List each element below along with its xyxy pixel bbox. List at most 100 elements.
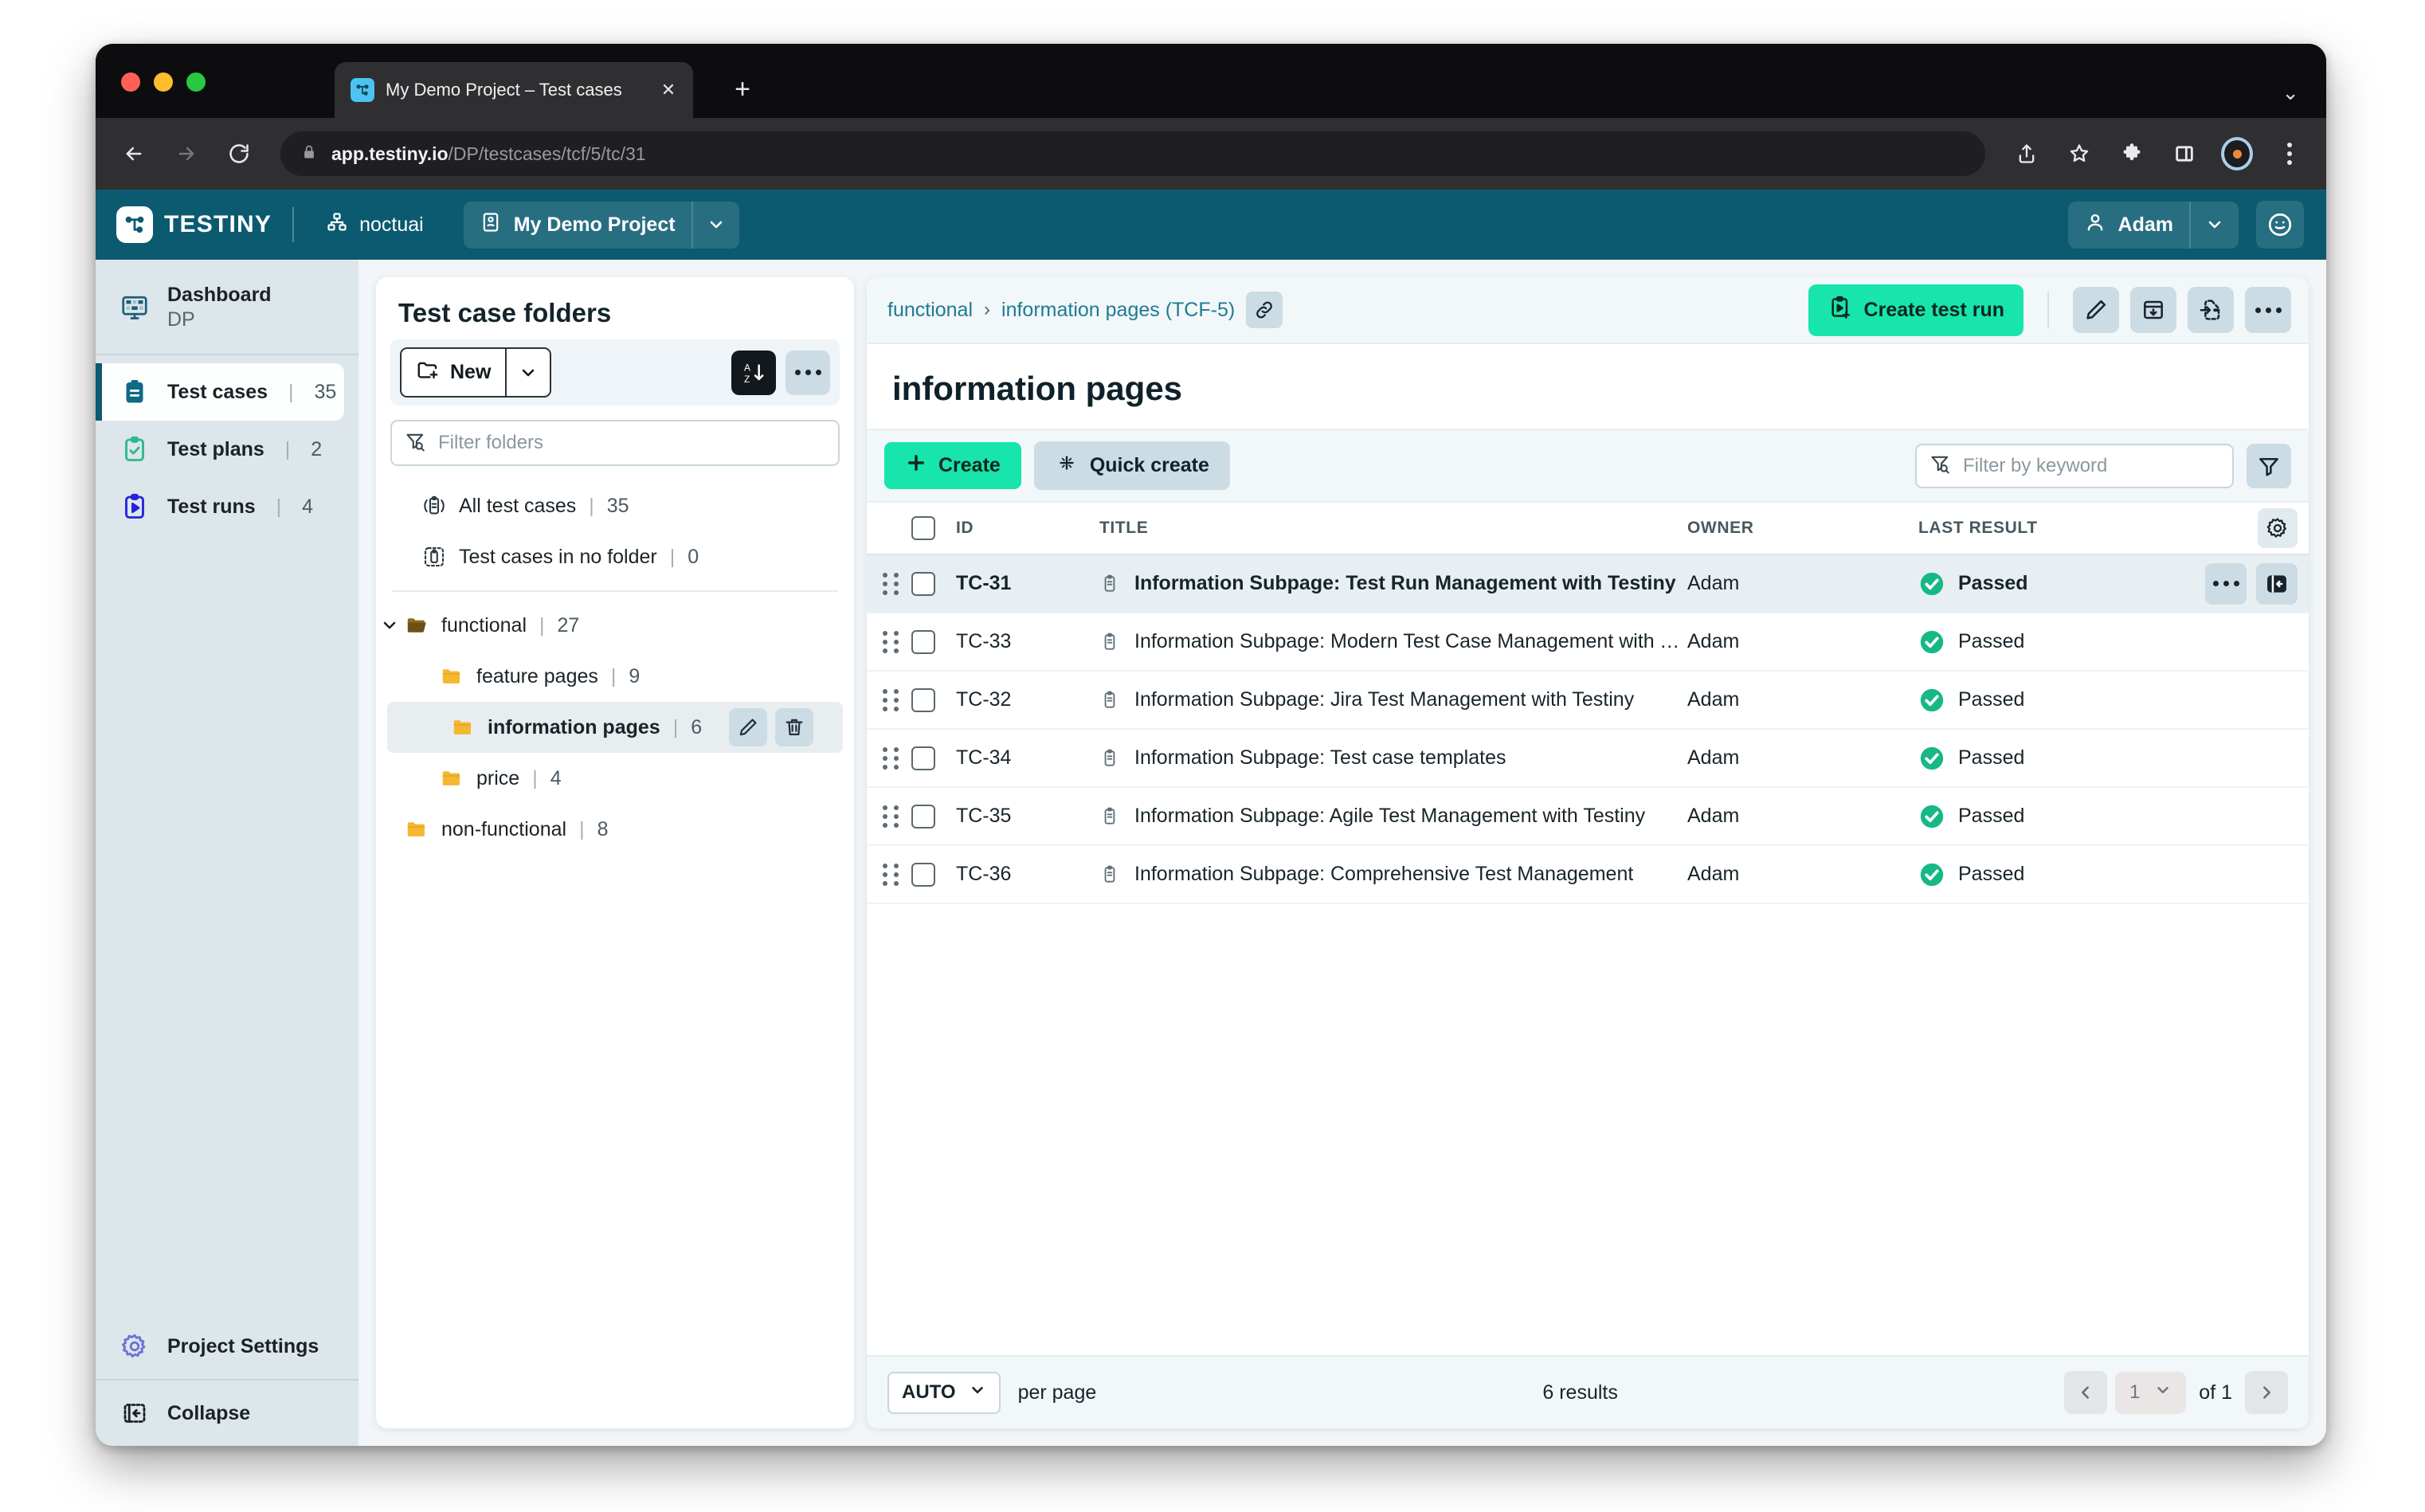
new-tab-button[interactable]: + [725, 72, 760, 107]
browser-tab[interactable]: My Demo Project – Test cases ✕ [335, 62, 693, 118]
open-details-panel-button[interactable] [2256, 563, 2298, 605]
side-panel-icon[interactable] [2168, 138, 2200, 170]
sort-az-button[interactable]: AZ [731, 351, 776, 395]
test-plans-checklist-icon [119, 434, 150, 464]
folder-item-no-folder[interactable]: Test cases in no folder | 0 [376, 531, 854, 582]
maximize-window-button[interactable] [186, 72, 206, 92]
folder-item-non-functional[interactable]: non-functional | 8 [376, 804, 854, 855]
close-window-button[interactable] [121, 72, 140, 92]
folder-item-functional[interactable]: functional | 27 [376, 600, 854, 651]
row-checkbox[interactable] [911, 863, 956, 887]
testiny-brand[interactable]: TESTINY [116, 206, 272, 243]
address-bar[interactable]: app.testiny.io/DP/testcases/tcf/5/tc/31 [280, 131, 1985, 176]
row-checkbox[interactable] [911, 572, 956, 596]
create-test-run-button[interactable]: Create test run [1808, 284, 2023, 336]
table-row[interactable]: TC-34 Information Subpage: Test case tem… [867, 730, 2309, 788]
folder-item-price[interactable]: price | 4 [376, 753, 854, 804]
column-header-owner[interactable]: OWNER [1687, 519, 1918, 538]
edit-button[interactable] [2073, 287, 2119, 333]
folder-item-feature-pages[interactable]: feature pages | 9 [376, 651, 854, 702]
url-path: /DP/testcases/tcf/5/tc/31 [449, 143, 646, 164]
bookmark-star-icon[interactable] [2063, 138, 2095, 170]
table-row[interactable]: TC-31 Information Subpage: Test Run Mana… [867, 555, 2309, 613]
previous-page-button[interactable] [2064, 1371, 2107, 1414]
keyword-filter-input[interactable]: Filter by keyword [1915, 444, 2234, 488]
row-title: Information Subpage: Test Run Management… [1134, 572, 1676, 595]
sidebar-item-project-settings[interactable]: Project Settings [96, 1314, 344, 1379]
user-menu[interactable]: Adam [2068, 202, 2239, 249]
breadcrumb-current[interactable]: information pages (TCF-5) [1001, 299, 1235, 322]
feedback-smiley-icon[interactable] [2256, 201, 2304, 249]
project-selector[interactable]: My Demo Project [464, 202, 739, 249]
move-import-button[interactable] [2188, 287, 2234, 333]
folder-item-all-test-cases[interactable]: All test cases | 35 [376, 480, 854, 531]
user-menu-main[interactable]: Adam [2068, 202, 2189, 249]
forward-icon[interactable] [169, 136, 204, 171]
close-tab-icon[interactable]: ✕ [658, 80, 679, 100]
next-page-button[interactable] [2245, 1371, 2288, 1414]
page-number-select[interactable]: 1 [2115, 1372, 2186, 1414]
window-expand-chevron-icon[interactable]: ⌄ [2282, 80, 2299, 105]
row-checkbox[interactable] [911, 630, 956, 654]
folder-label-information-pages: information pages [488, 716, 660, 739]
copy-link-icon[interactable] [1246, 292, 1283, 328]
gear-icon[interactable] [2258, 508, 2298, 548]
edit-folder-button[interactable] [729, 708, 767, 746]
project-chevron-down-icon[interactable] [691, 202, 739, 249]
advanced-filter-button[interactable] [2247, 444, 2291, 488]
select-all-checkbox[interactable] [911, 516, 956, 540]
minimize-window-button[interactable] [154, 72, 173, 92]
new-button-chevron-down-icon[interactable] [505, 349, 550, 396]
sidebar-item-test-runs[interactable]: Test runs | 4 [96, 478, 344, 535]
sidebar-item-collapse[interactable]: Collapse [96, 1381, 344, 1446]
back-icon[interactable] [116, 136, 151, 171]
browser-menu-icon[interactable] [2274, 138, 2306, 170]
url-host: app.testiny.io [331, 143, 449, 164]
row-checkbox[interactable] [911, 746, 956, 770]
user-chevron-down-icon[interactable] [2189, 202, 2239, 249]
breadcrumb-parent[interactable]: functional [887, 299, 973, 322]
drag-handle-icon[interactable] [883, 864, 911, 886]
table-row[interactable]: TC-35 Information Subpage: Agile Test Ma… [867, 788, 2309, 846]
folders-more-options-button[interactable] [785, 351, 830, 395]
drag-handle-icon[interactable] [883, 573, 911, 595]
project-selector-main[interactable]: My Demo Project [464, 202, 691, 249]
more-options-button[interactable] [2245, 287, 2291, 333]
column-header-last-result[interactable]: LAST RESULT [1918, 519, 2181, 538]
extensions-puzzle-icon[interactable] [2116, 138, 2148, 170]
folder-item-information-pages[interactable]: information pages | 6 [387, 702, 843, 753]
drag-handle-icon[interactable] [883, 805, 911, 828]
row-checkbox[interactable] [911, 805, 956, 828]
new-folder-button-group[interactable]: New [400, 347, 551, 398]
new-button[interactable]: New [402, 349, 505, 396]
table-row[interactable]: TC-33 Information Subpage: Modern Test C… [867, 613, 2309, 672]
row-more-options-button[interactable] [2205, 563, 2247, 605]
sidebar-item-dashboard[interactable]: Dashboard DP [96, 271, 344, 344]
per-page-select[interactable]: AUTO [887, 1372, 1001, 1414]
column-header-id[interactable]: ID [956, 519, 1099, 538]
quick-create-button[interactable]: Quick create [1034, 441, 1230, 490]
folder-count-non-functional: 8 [597, 818, 609, 841]
folder-filter-input[interactable]: Filter folders [390, 420, 840, 466]
folder-icon [438, 765, 465, 792]
drag-handle-icon[interactable] [883, 747, 911, 770]
row-title-cell: Information Subpage: Comprehensive Test … [1099, 863, 1687, 886]
archive-button[interactable] [2130, 287, 2176, 333]
sidebar-item-test-plans[interactable]: Test plans | 2 [96, 421, 344, 478]
table-row[interactable]: TC-32 Information Subpage: Jira Test Man… [867, 672, 2309, 730]
drag-handle-icon[interactable] [883, 631, 911, 653]
user-person-icon [2084, 211, 2106, 239]
chevron-down-icon[interactable] [376, 616, 403, 635]
row-checkbox[interactable] [911, 688, 956, 712]
share-icon[interactable] [2011, 138, 2043, 170]
create-button[interactable]: Create [884, 442, 1021, 489]
reload-icon[interactable] [221, 136, 257, 171]
row-title: Information Subpage: Jira Test Managemen… [1134, 688, 1634, 711]
profile-avatar-icon[interactable] [2221, 138, 2253, 170]
table-row[interactable]: TC-36 Information Subpage: Comprehensive… [867, 846, 2309, 904]
drag-handle-icon[interactable] [883, 689, 911, 711]
organization-selector[interactable]: noctuai [315, 203, 435, 247]
sidebar-item-test-cases[interactable]: Test cases | 35 [96, 363, 344, 421]
delete-folder-button[interactable] [775, 708, 813, 746]
column-header-title[interactable]: TITLE [1099, 519, 1687, 538]
